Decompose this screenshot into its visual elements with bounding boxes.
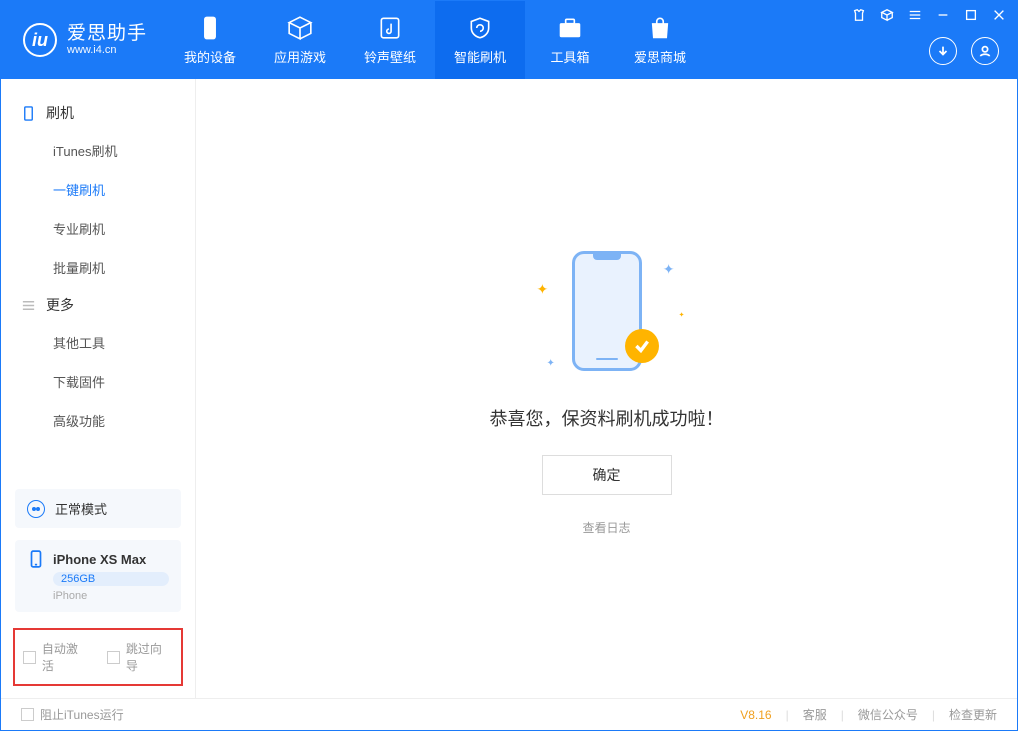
logo: iu 爱思助手 www.i4.cn bbox=[1, 1, 165, 79]
success-illustration: ✦ ✦ ✦ ✦ bbox=[527, 241, 687, 381]
menu-icon[interactable] bbox=[907, 7, 923, 23]
checkbox-label: 跳过向导 bbox=[126, 640, 173, 674]
bag-icon bbox=[647, 15, 673, 41]
checkbox-icon bbox=[107, 651, 120, 664]
mode-card[interactable]: 正常模式 bbox=[15, 489, 181, 528]
cube-icon bbox=[287, 15, 313, 41]
main-content: ✦ ✦ ✦ ✦ 恭喜您，保资料刷机成功啦！ 确定 查看日志 bbox=[196, 79, 1017, 698]
header-right-buttons bbox=[929, 37, 999, 65]
tab-store[interactable]: 爱思商城 bbox=[615, 1, 705, 79]
sparkle-icon: ✦ bbox=[679, 311, 685, 319]
options-row: 自动激活 跳过向导 bbox=[13, 628, 183, 686]
sidebar-group-more: 更多 bbox=[1, 287, 195, 323]
tab-apps-games[interactable]: 应用游戏 bbox=[255, 1, 345, 79]
device-type: iPhone bbox=[53, 590, 169, 602]
check-badge-icon bbox=[625, 329, 659, 363]
sidebar-item-advanced[interactable]: 高级功能 bbox=[1, 401, 195, 440]
user-button[interactable] bbox=[971, 37, 999, 65]
sidebar-item-download-firmware[interactable]: 下载固件 bbox=[1, 362, 195, 401]
device-name: iPhone XS Max bbox=[53, 552, 146, 567]
tab-ringtones[interactable]: 铃声壁纸 bbox=[345, 1, 435, 79]
phone-icon bbox=[21, 106, 36, 121]
device-phone-icon bbox=[27, 550, 45, 568]
view-log-link[interactable]: 查看日志 bbox=[582, 519, 630, 536]
window-controls bbox=[851, 7, 1007, 23]
confirm-button[interactable]: 确定 bbox=[542, 455, 672, 495]
app-body: 刷机 iTunes刷机 一键刷机 专业刷机 批量刷机 更多 其他工具 下载固件 … bbox=[1, 79, 1017, 698]
group-title: 更多 bbox=[46, 295, 74, 315]
app-header: iu 爱思助手 www.i4.cn 我的设备 应用游戏 铃声壁纸 智能刷机 工具… bbox=[1, 1, 1017, 79]
checkbox-icon bbox=[21, 708, 34, 721]
app-subtitle: www.i4.cn bbox=[67, 44, 147, 56]
list-icon bbox=[21, 298, 36, 313]
device-card[interactable]: iPhone XS Max 256GB iPhone bbox=[15, 540, 181, 612]
sidebar-item-itunes-flash[interactable]: iTunes刷机 bbox=[1, 131, 195, 170]
device-icon bbox=[197, 15, 223, 41]
toolbox-icon bbox=[557, 15, 583, 41]
refresh-shield-icon bbox=[467, 15, 493, 41]
footer-link-update[interactable]: 检查更新 bbox=[949, 706, 997, 723]
checkbox-label: 自动激活 bbox=[42, 640, 89, 674]
sparkle-icon: ✦ bbox=[537, 281, 549, 298]
sparkle-icon: ✦ bbox=[547, 358, 555, 369]
tab-toolbox[interactable]: 工具箱 bbox=[525, 1, 615, 79]
sidebar-item-other-tools[interactable]: 其他工具 bbox=[1, 323, 195, 362]
checkbox-block-itunes[interactable]: 阻止iTunes运行 bbox=[21, 706, 124, 723]
checkbox-label: 阻止iTunes运行 bbox=[40, 706, 124, 723]
tab-label: 工具箱 bbox=[551, 47, 590, 66]
sidebar: 刷机 iTunes刷机 一键刷机 专业刷机 批量刷机 更多 其他工具 下载固件 … bbox=[1, 79, 196, 698]
footer-link-support[interactable]: 客服 bbox=[803, 706, 827, 723]
minimize-icon[interactable] bbox=[935, 7, 951, 23]
checkbox-skip-guide[interactable]: 跳过向导 bbox=[107, 640, 173, 674]
tab-label: 我的设备 bbox=[184, 47, 236, 66]
sidebar-item-pro-flash[interactable]: 专业刷机 bbox=[1, 209, 195, 248]
logo-icon: iu bbox=[23, 23, 57, 57]
tab-smart-flash[interactable]: 智能刷机 bbox=[435, 1, 525, 79]
checkbox-auto-activate[interactable]: 自动激活 bbox=[23, 640, 89, 674]
tab-label: 铃声壁纸 bbox=[364, 47, 416, 66]
cube-small-icon[interactable] bbox=[879, 7, 895, 23]
maximize-icon[interactable] bbox=[963, 7, 979, 23]
sidebar-item-batch-flash[interactable]: 批量刷机 bbox=[1, 248, 195, 287]
group-title: 刷机 bbox=[46, 103, 74, 123]
main-tabs: 我的设备 应用游戏 铃声壁纸 智能刷机 工具箱 爱思商城 bbox=[165, 1, 705, 79]
tab-label: 爱思商城 bbox=[634, 47, 686, 66]
success-message: 恭喜您，保资料刷机成功啦！ bbox=[490, 405, 724, 431]
storage-badge: 256GB bbox=[53, 572, 169, 586]
status-bar: 阻止iTunes运行 V8.16 | 客服 | 微信公众号 | 检查更新 bbox=[1, 698, 1017, 730]
sidebar-item-oneclick-flash[interactable]: 一键刷机 bbox=[1, 170, 195, 209]
sparkle-icon: ✦ bbox=[663, 261, 675, 278]
app-title: 爱思助手 bbox=[67, 24, 147, 45]
shirt-icon[interactable] bbox=[851, 7, 867, 23]
sidebar-group-flash: 刷机 bbox=[1, 95, 195, 131]
version-label: V8.16 bbox=[740, 708, 771, 722]
close-icon[interactable] bbox=[991, 7, 1007, 23]
tab-label: 应用游戏 bbox=[274, 47, 326, 66]
tab-label: 智能刷机 bbox=[454, 47, 506, 66]
mode-label: 正常模式 bbox=[55, 499, 107, 518]
checkbox-icon bbox=[23, 651, 36, 664]
music-icon bbox=[377, 15, 403, 41]
tab-my-device[interactable]: 我的设备 bbox=[165, 1, 255, 79]
download-button[interactable] bbox=[929, 37, 957, 65]
mode-icon bbox=[27, 500, 45, 518]
footer-link-wechat[interactable]: 微信公众号 bbox=[858, 706, 918, 723]
